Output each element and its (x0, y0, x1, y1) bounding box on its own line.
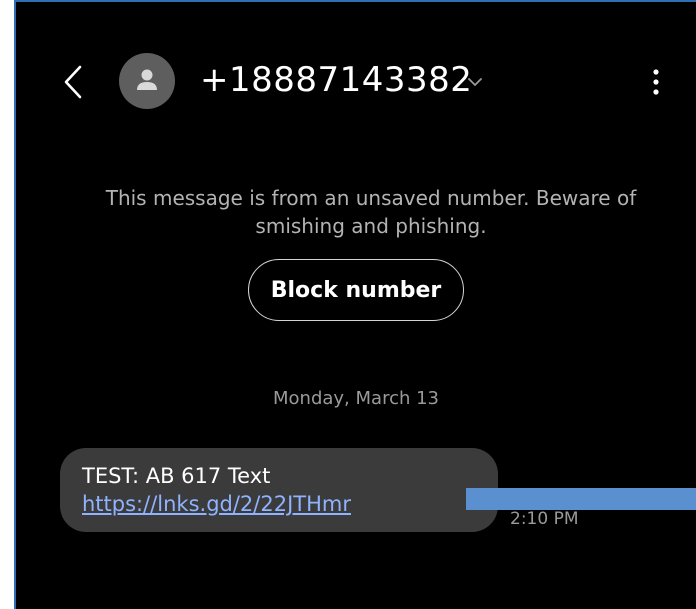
more-options-button[interactable] (644, 64, 668, 100)
avatar[interactable] (119, 53, 175, 109)
message-link[interactable]: https://lnks.gd/2/22JTHmr (82, 492, 351, 516)
conversation-header: +18887143382 (16, 2, 696, 162)
more-vertical-icon (653, 69, 659, 95)
message-text: TEST: AB 617 Text (82, 464, 271, 488)
message-bubble[interactable]: TEST: AB 617 Text https://lnks.gd/2/22JT… (60, 448, 498, 532)
contact-number[interactable]: +18887143382 (200, 58, 472, 102)
expand-contact-button[interactable] (466, 74, 484, 88)
frame-margin (0, 0, 14, 609)
person-icon (137, 69, 157, 90)
message-timestamp: 2:10 PM (510, 509, 579, 529)
chevron-down-icon (468, 78, 482, 86)
block-number-button[interactable]: Block number (248, 259, 464, 321)
date-separator: Monday, March 13 (273, 388, 439, 409)
unsaved-number-warning: This message is from an unsaved number. … (105, 186, 637, 238)
annotation-bar (466, 488, 696, 510)
messaging-screen: +18887143382 This message is from an uns… (16, 2, 696, 609)
back-button[interactable] (60, 64, 88, 100)
chevron-left-icon (64, 65, 82, 99)
